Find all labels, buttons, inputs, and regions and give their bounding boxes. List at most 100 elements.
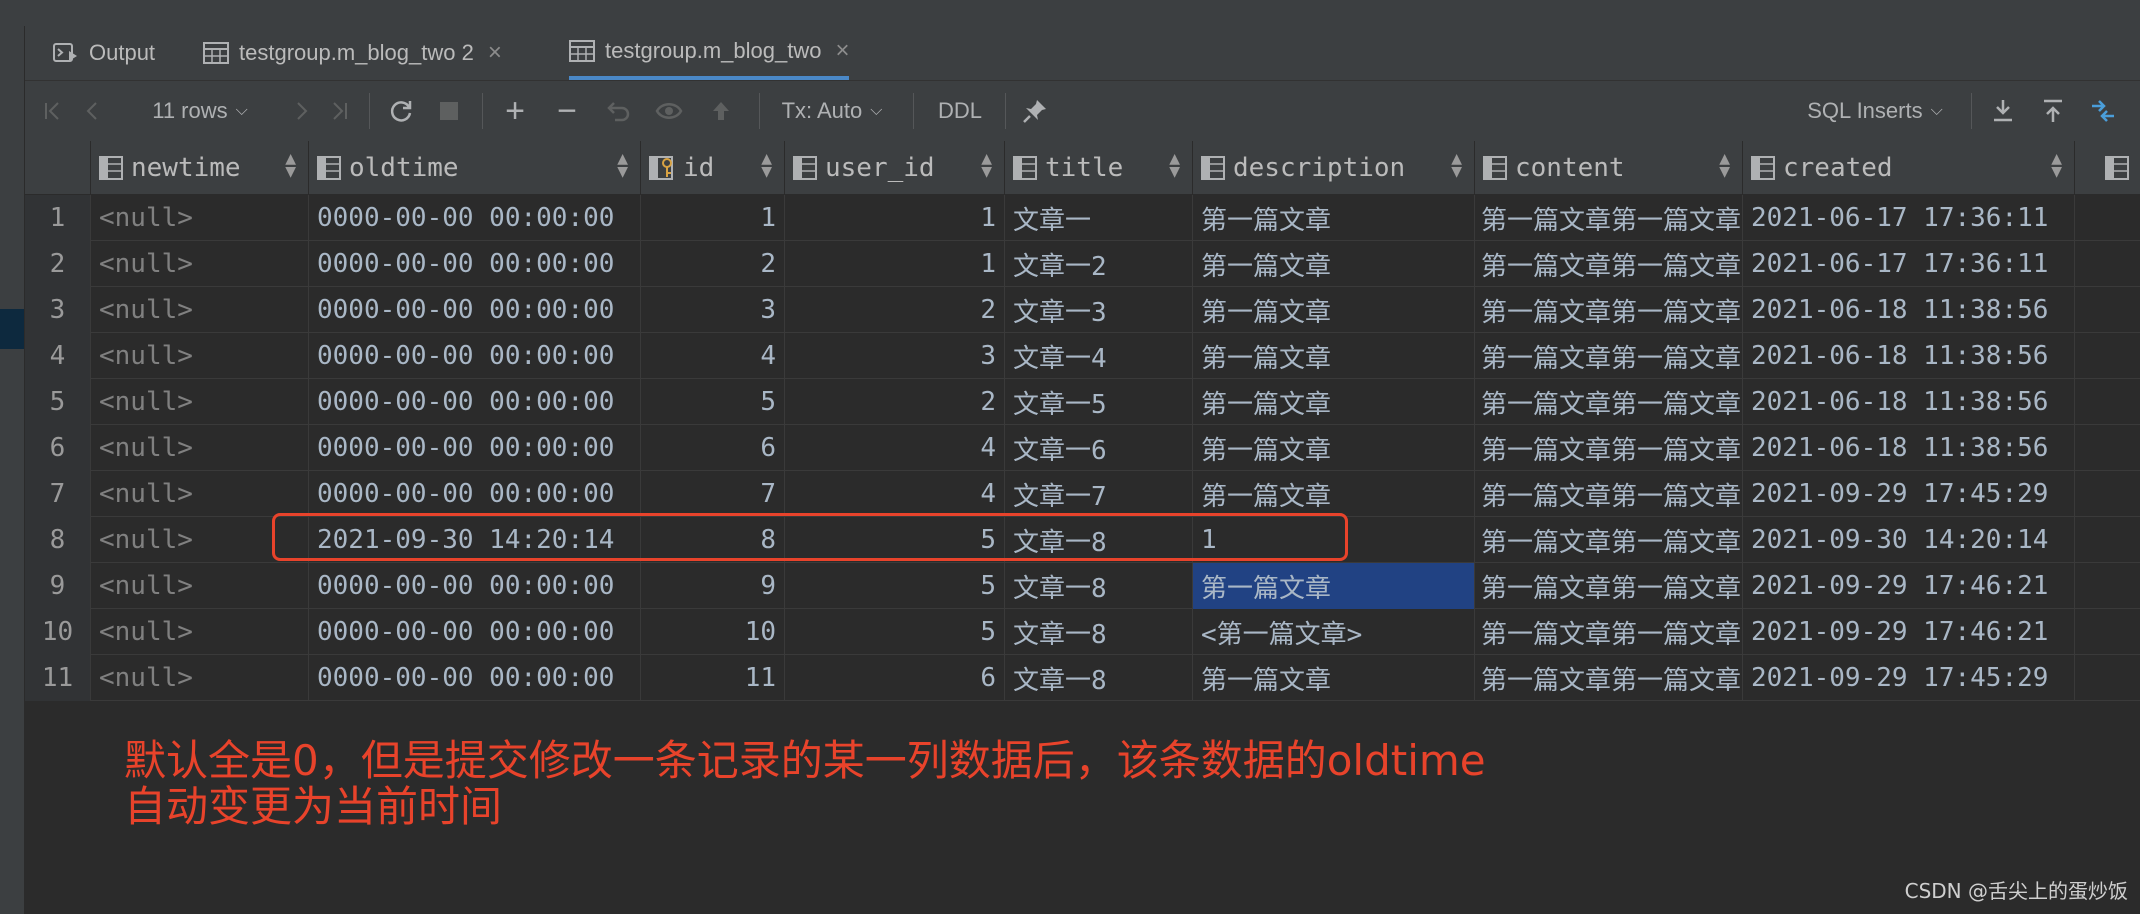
export-data-icon[interactable] — [1983, 81, 2023, 141]
cell-newtime[interactable]: <null> — [91, 379, 309, 425]
column-header-overflow[interactable] — [2075, 141, 2140, 194]
row-number[interactable]: 8 — [25, 517, 91, 563]
cell-oldtime[interactable]: 2021-09-30 14:20:14 — [309, 517, 641, 563]
column-header-content[interactable]: content ▲ ▼ — [1475, 141, 1743, 194]
ddl-button[interactable]: DDL — [925, 81, 995, 141]
cell-user-id[interactable]: 6 — [785, 655, 1005, 701]
stop-icon[interactable] — [429, 81, 469, 141]
refresh-icon[interactable] — [381, 81, 421, 141]
column-header-user-id[interactable]: user_id ▲ ▼ — [785, 141, 1005, 194]
cell-description-selected[interactable]: 第一篇文章 — [1193, 563, 1475, 609]
cell-title[interactable]: 文章一7 — [1005, 471, 1193, 517]
cell-overflow[interactable] — [2075, 655, 2140, 701]
cell-id[interactable]: 11 — [641, 655, 785, 701]
cell-content[interactable]: 第一篇文章第一篇文章 — [1475, 241, 1743, 287]
cell-overflow[interactable] — [2075, 425, 2140, 471]
cell-newtime[interactable]: <null> — [91, 517, 309, 563]
sort-icon[interactable]: ▲ ▼ — [1169, 152, 1180, 179]
row-number[interactable]: 10 — [25, 609, 91, 655]
sort-icon[interactable]: ▲ ▼ — [761, 152, 772, 179]
cell-user-id[interactable]: 1 — [785, 241, 1005, 287]
sort-icon[interactable]: ▲ ▼ — [1451, 152, 1462, 179]
cell-description[interactable]: 1 — [1193, 517, 1475, 563]
revert-icon[interactable] — [599, 81, 639, 141]
cell-description[interactable]: 第一篇文章 — [1193, 195, 1475, 241]
cell-overflow[interactable] — [2075, 241, 2140, 287]
cell-created[interactable]: 2021-09-29 17:46:21 — [1743, 563, 2075, 609]
cell-created[interactable]: 2021-06-18 11:38:56 — [1743, 287, 2075, 333]
tab-table-2[interactable]: testgroup.m_blog_two 2 × — [203, 26, 502, 80]
row-number[interactable]: 6 — [25, 425, 91, 471]
cell-newtime[interactable]: <null> — [91, 563, 309, 609]
cell-id[interactable]: 9 — [641, 563, 785, 609]
row-number[interactable]: 3 — [25, 287, 91, 333]
cell-created[interactable]: 2021-06-18 11:38:56 — [1743, 333, 2075, 379]
cell-overflow[interactable] — [2075, 471, 2140, 517]
close-icon[interactable]: × — [488, 39, 502, 67]
sort-icon[interactable]: ▲ ▼ — [617, 152, 628, 179]
sort-icon[interactable]: ▲ ▼ — [981, 152, 992, 179]
cell-oldtime[interactable]: 0000-00-00 00:00:00 — [309, 287, 641, 333]
cell-title[interactable]: 文章一8 — [1005, 517, 1193, 563]
column-header-created[interactable]: created ▲ ▼ — [1743, 141, 2075, 194]
row-number[interactable]: 1 — [25, 195, 91, 241]
sort-icon[interactable]: ▲ ▼ — [285, 152, 296, 179]
column-header-description[interactable]: description ▲ ▼ — [1193, 141, 1475, 194]
cell-description[interactable]: 第一篇文章 — [1193, 333, 1475, 379]
cell-oldtime[interactable]: 0000-00-00 00:00:00 — [309, 609, 641, 655]
import-data-icon[interactable] — [2033, 81, 2073, 141]
table-row[interactable]: 6 <null> 0000-00-00 00:00:00 6 4 文章一6 第一… — [25, 425, 2140, 471]
cell-id[interactable]: 2 — [641, 241, 785, 287]
cell-title[interactable]: 文章一3 — [1005, 287, 1193, 333]
cell-content[interactable]: 第一篇文章第一篇文章 — [1475, 379, 1743, 425]
cell-created[interactable]: 2021-09-30 14:20:14 — [1743, 517, 2075, 563]
row-number[interactable]: 2 — [25, 241, 91, 287]
table-row[interactable]: 5 <null> 0000-00-00 00:00:00 5 2 文章一5 第一… — [25, 379, 2140, 425]
row-number[interactable]: 9 — [25, 563, 91, 609]
row-number[interactable]: 4 — [25, 333, 91, 379]
table-row[interactable]: 9 <null> 0000-00-00 00:00:00 9 5 文章一8 第一… — [25, 563, 2140, 609]
cell-content[interactable]: 第一篇文章第一篇文章 — [1475, 287, 1743, 333]
column-header-id[interactable]: id ▲ ▼ — [641, 141, 785, 194]
cell-content[interactable]: 第一篇文章第一篇文章 — [1475, 609, 1743, 655]
cell-content[interactable]: 第一篇文章第一篇文章 — [1475, 563, 1743, 609]
cell-id[interactable]: 10 — [641, 609, 785, 655]
cell-content[interactable]: 第一篇文章第一篇文章 — [1475, 333, 1743, 379]
cell-user-id[interactable]: 1 — [785, 195, 1005, 241]
cell-user-id[interactable]: 2 — [785, 379, 1005, 425]
sort-icon[interactable]: ▲ ▼ — [2051, 152, 2062, 179]
cell-description[interactable]: 第一篇文章 — [1193, 287, 1475, 333]
cell-newtime[interactable]: <null> — [91, 195, 309, 241]
row-number[interactable]: 11 — [25, 655, 91, 701]
cell-user-id[interactable]: 5 — [785, 563, 1005, 609]
next-page-icon[interactable] — [283, 81, 319, 141]
table-row[interactable]: 3 <null> 0000-00-00 00:00:00 3 2 文章一3 第一… — [25, 287, 2140, 333]
table-row[interactable]: 1 <null> 0000-00-00 00:00:00 1 1 文章一 第一篇… — [25, 195, 2140, 241]
cell-description[interactable]: 第一篇文章 — [1193, 241, 1475, 287]
table-row[interactable]: 11 <null> 0000-00-00 00:00:00 11 6 文章一8 … — [25, 655, 2140, 701]
cell-newtime[interactable]: <null> — [91, 425, 309, 471]
cell-user-id[interactable]: 5 — [785, 609, 1005, 655]
add-row-icon[interactable]: + — [495, 81, 535, 141]
cell-newtime[interactable]: <null> — [91, 609, 309, 655]
page-size-dropdown[interactable]: 11 rows ⌵ — [145, 81, 255, 141]
delete-row-icon[interactable]: − — [547, 81, 587, 141]
pin-icon[interactable] — [1015, 81, 1055, 141]
cell-oldtime[interactable]: 0000-00-00 00:00:00 — [309, 425, 641, 471]
cell-created[interactable]: 2021-09-29 17:45:29 — [1743, 655, 2075, 701]
transaction-mode-dropdown[interactable]: Tx: Auto ⌵ — [777, 81, 887, 141]
cell-newtime[interactable]: <null> — [91, 287, 309, 333]
cell-created[interactable]: 2021-06-18 11:38:56 — [1743, 379, 2075, 425]
cell-user-id[interactable]: 4 — [785, 471, 1005, 517]
cell-title[interactable]: 文章一2 — [1005, 241, 1193, 287]
cell-user-id[interactable]: 3 — [785, 333, 1005, 379]
cell-newtime[interactable]: <null> — [91, 471, 309, 517]
table-row[interactable]: 4 <null> 0000-00-00 00:00:00 4 3 文章一4 第一… — [25, 333, 2140, 379]
cell-created[interactable]: 2021-09-29 17:46:21 — [1743, 609, 2075, 655]
cell-id[interactable]: 4 — [641, 333, 785, 379]
cell-id[interactable]: 1 — [641, 195, 785, 241]
tab-table-active[interactable]: testgroup.m_blog_two × — [569, 26, 850, 80]
last-page-icon[interactable] — [321, 81, 357, 141]
table-row[interactable]: 10 <null> 0000-00-00 00:00:00 10 5 文章一8 … — [25, 609, 2140, 655]
cell-title[interactable]: 文章一4 — [1005, 333, 1193, 379]
